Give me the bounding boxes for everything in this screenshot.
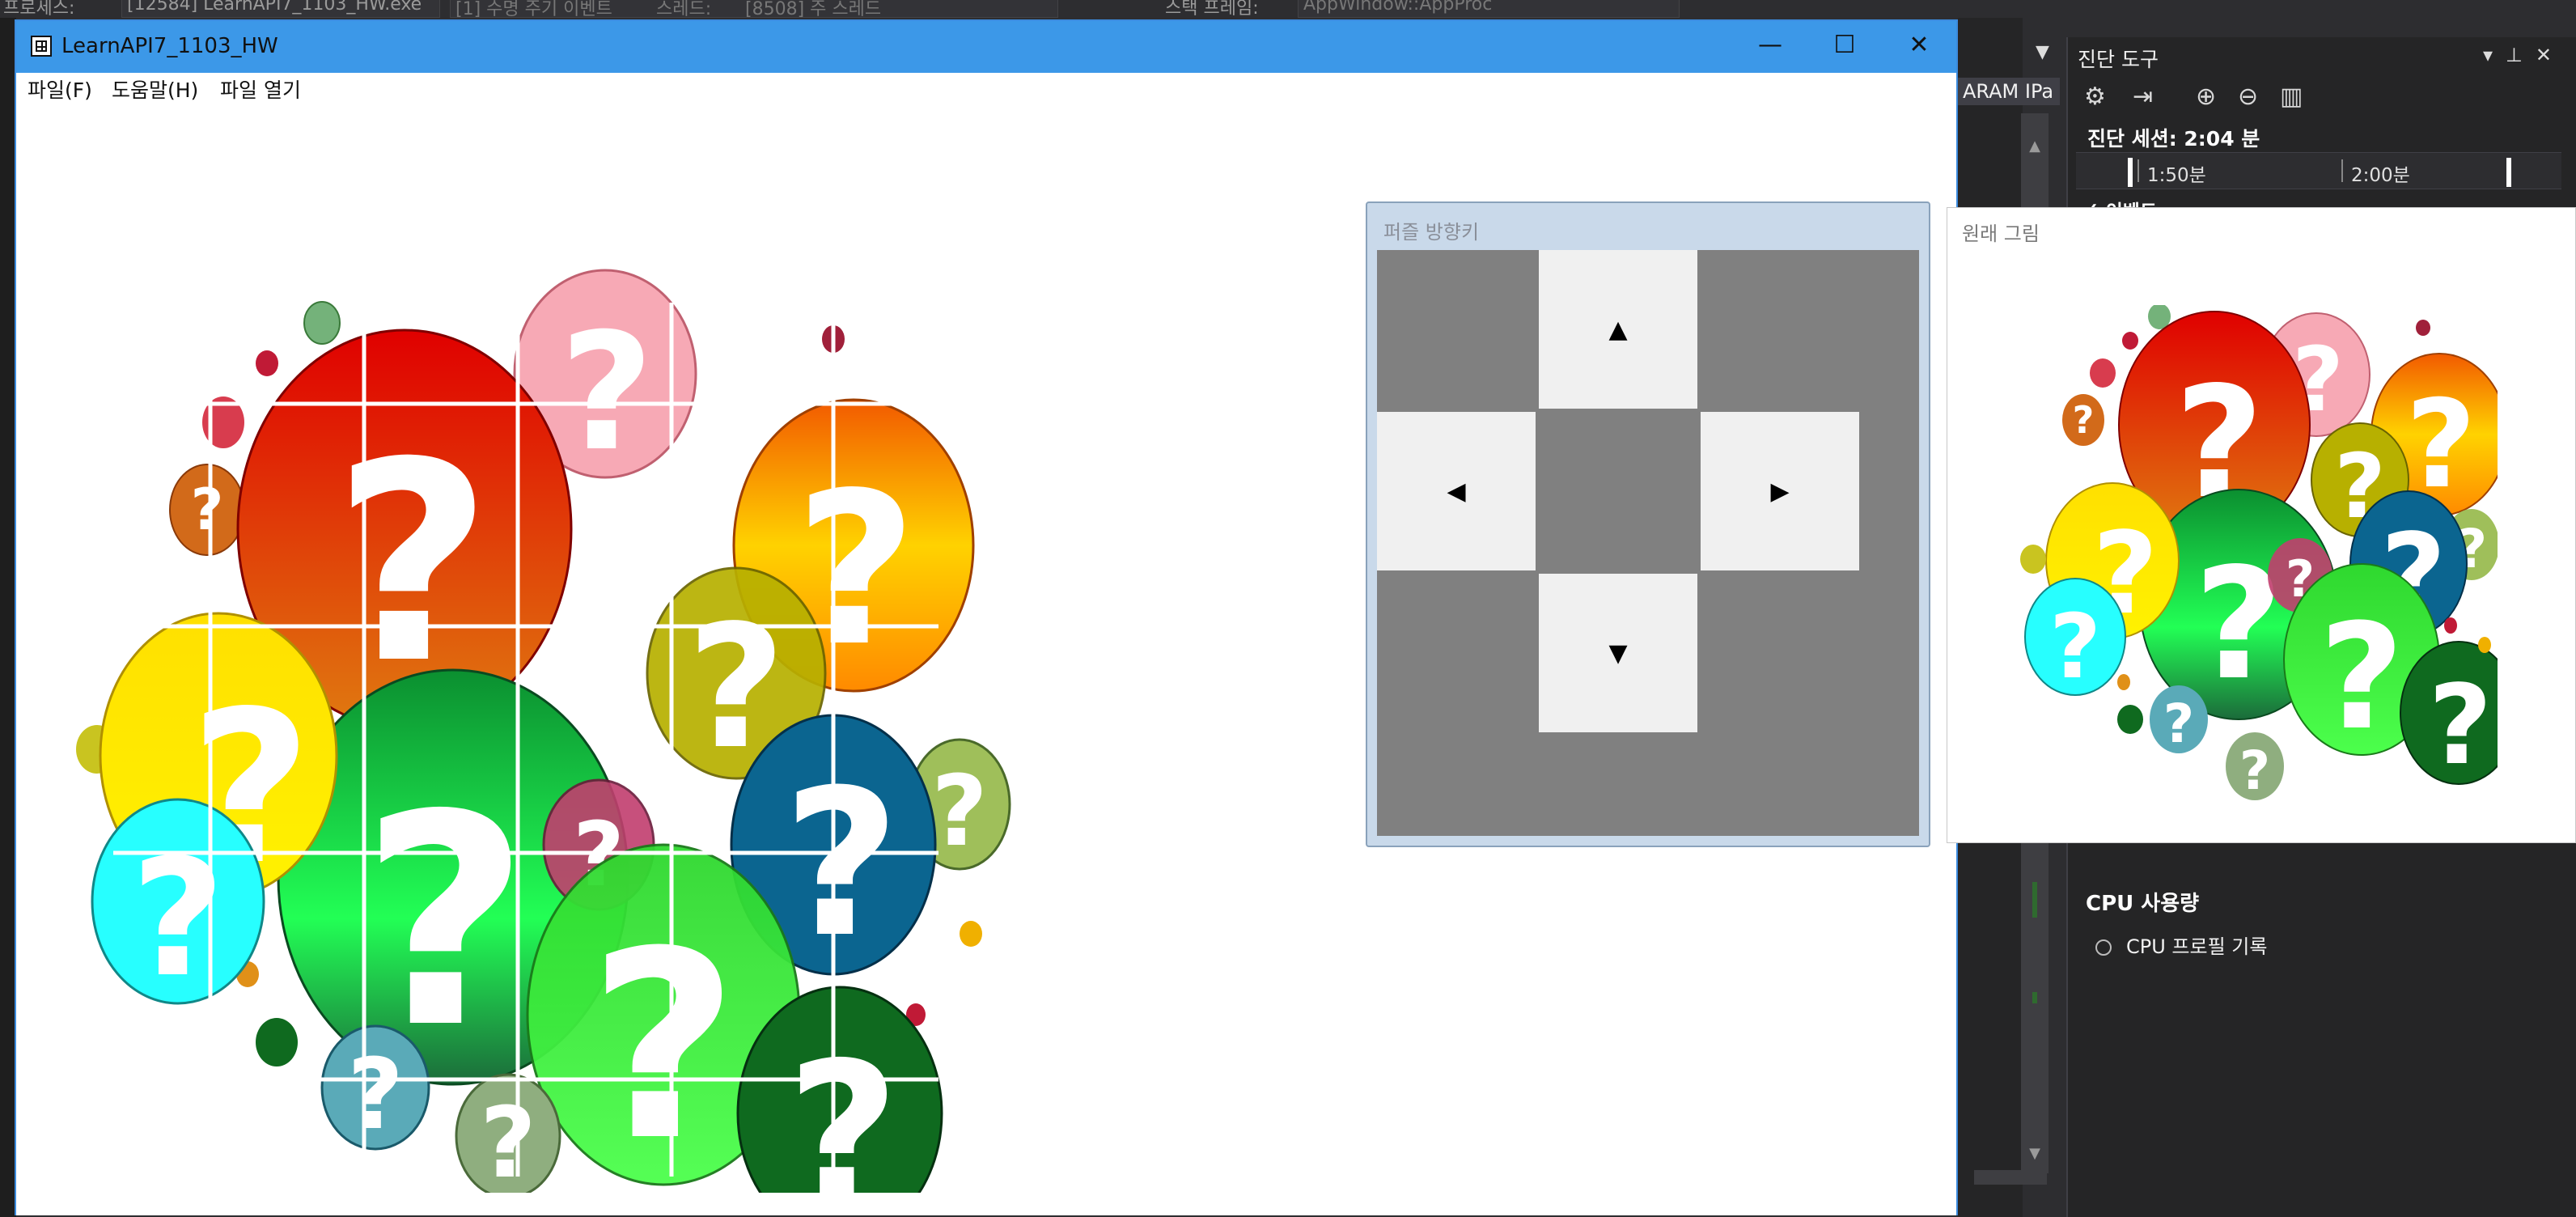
svg-text:?: ? [2194,535,2283,714]
record-icon[interactable] [2095,939,2112,956]
ide-editor-tab[interactable]: ARAM IPa [1958,78,2060,105]
process-label: 프로세스: [3,0,75,18]
zoom-in-icon[interactable]: ⊕ [2196,83,2216,111]
left-button[interactable]: ◀ [1377,412,1536,570]
timeline-label: 2:00분 [2341,159,2410,186]
direction-key-dialog: 퍼즐 방향키 ▲ ◀ ▶ ▼ [1366,201,1930,847]
svg-text:?: ? [786,1020,899,1193]
diag-toolbar: ⚙ ⇥ ⊕ ⊖ ▥ [2068,78,2576,120]
svg-text:?: ? [480,1088,536,1193]
svg-text:?: ? [782,746,900,982]
menu-bar: 파일(F) 도움말(H) 파일 열기 [16,73,1956,104]
pane-close-icon[interactable]: ✕ [2536,44,2565,66]
cpu-profile-record[interactable]: CPU 프로필 기록 [2095,931,2267,959]
timeline-end-handle[interactable] [2506,158,2511,187]
svg-text:?: ? [2049,595,2101,698]
stack-frame-label: 스택 프레임: [1165,0,1259,18]
cpu-record-label: CPU 프로필 기록 [2126,935,2268,958]
diag-title: 진단 도구 [2078,48,2159,71]
zoom-out-icon[interactable]: ⊖ [2238,83,2258,111]
menu-open-file[interactable]: 파일 열기 [220,74,301,104]
maximize-icon[interactable]: ☐ [1807,21,1882,73]
window-title: LearnAPI7_1103_HW [61,34,278,58]
puzzle-image[interactable]: ? ? ? ? ? ? ? ? ? ? ? ? ? ? ? [65,206,1036,1193]
svg-text:?: ? [2239,740,2270,802]
svg-text:?: ? [588,897,739,1193]
up-arrow-icon: ▲ [1608,315,1628,344]
dpad-area: ▲ ◀ ▶ ▼ [1377,250,1919,836]
process-combo[interactable]: [12584] LearnAPI7_1103_HW.exe [121,0,440,18]
diag-header: 진단 도구 ▾⊥✕ [2068,37,2576,78]
svg-text:?: ? [191,477,224,543]
pane-dropdown-icon[interactable]: ▾ [2483,44,2506,66]
cpu-graph-mark [2032,882,2037,918]
svg-text:?: ? [2429,662,2493,790]
right-button[interactable]: ▶ [1701,412,1859,570]
down-button[interactable]: ▼ [1539,574,1697,732]
thread-value: [8508] 주 스레드 [745,0,882,18]
menu-help[interactable]: 도움말(H) [112,74,198,104]
svg-text:?: ? [2073,398,2095,442]
process-value: [12584] LearnAPI7_1103_HW.exe [127,0,422,15]
close-icon[interactable]: ✕ [1882,21,1956,73]
cpu-graph-mark [2032,992,2037,1003]
diag-timeline[interactable]: 1:50분 2:00분 [2076,152,2561,189]
events-label: [1] 수명 주기 이벤트 [455,0,612,18]
scroll-down-icon[interactable]: ▼ [2021,1145,2049,1162]
pane-controls[interactable]: ▾⊥✕ [2483,44,2565,66]
up-button[interactable]: ▲ [1539,250,1697,409]
svg-text:?: ? [2163,693,2194,755]
chart-icon[interactable]: ▥ [2280,83,2303,111]
timeline-start-handle[interactable] [2128,158,2133,187]
original-image: ? ? ? ? ? ? ? ? ? ? ? ? ? ? ? [2020,305,2498,802]
diag-session-duration: 진단 세션: 2:04 분 [2087,127,2260,151]
stack-frame-combo[interactable]: AppWindow::AppProc [1298,0,1680,18]
window-titlebar[interactable]: LearnAPI7_1103_HW — ☐ ✕ [16,21,1956,73]
svg-text:?: ? [560,299,654,487]
menu-file[interactable]: 파일(F) [28,74,92,104]
scroll-up-icon[interactable]: ▲ [2021,138,2049,155]
pin-icon[interactable]: ⊥ [2506,44,2536,66]
ide-left-strip [0,18,16,1217]
gear-icon[interactable]: ⚙ [2084,83,2106,111]
cpu-usage-title: CPU 사용량 [2086,892,2200,916]
original-image-title: 원래 그림 [1962,223,2040,245]
events-combo[interactable]: [1] 수명 주기 이벤트 스레드: [8508] 주 스레드 [450,0,1058,18]
dialog-title: 퍼즐 방향키 [1383,221,1480,244]
ide-horizontal-scrollbar[interactable] [1974,1170,2047,1185]
svg-text:?: ? [2320,593,2404,762]
svg-text:?: ? [347,1039,404,1151]
minimize-icon[interactable]: — [1733,21,1807,73]
right-arrow-icon: ▶ [1770,477,1790,506]
ide-debug-toolbar: 프로세스: [12584] LearnAPI7_1103_HW.exe [1] … [0,0,2576,18]
original-image-window: 원래 그림 ? ? ? ? ? ? ? ? ? ? ? ? ? ? ? [1947,207,2576,843]
down-arrow-icon: ▼ [1608,638,1628,668]
app-icon [31,36,52,57]
svg-text:?: ? [931,756,988,868]
export-icon[interactable]: ⇥ [2133,83,2153,111]
thread-label: 스레드: [656,0,712,18]
dropdown-arrow-icon[interactable]: ▼ [2036,42,2049,62]
timeline-label: 1:50분 [2137,159,2206,186]
stack-frame-value: AppWindow::AppProc [1303,0,1493,15]
left-arrow-icon: ◀ [1447,477,1466,506]
